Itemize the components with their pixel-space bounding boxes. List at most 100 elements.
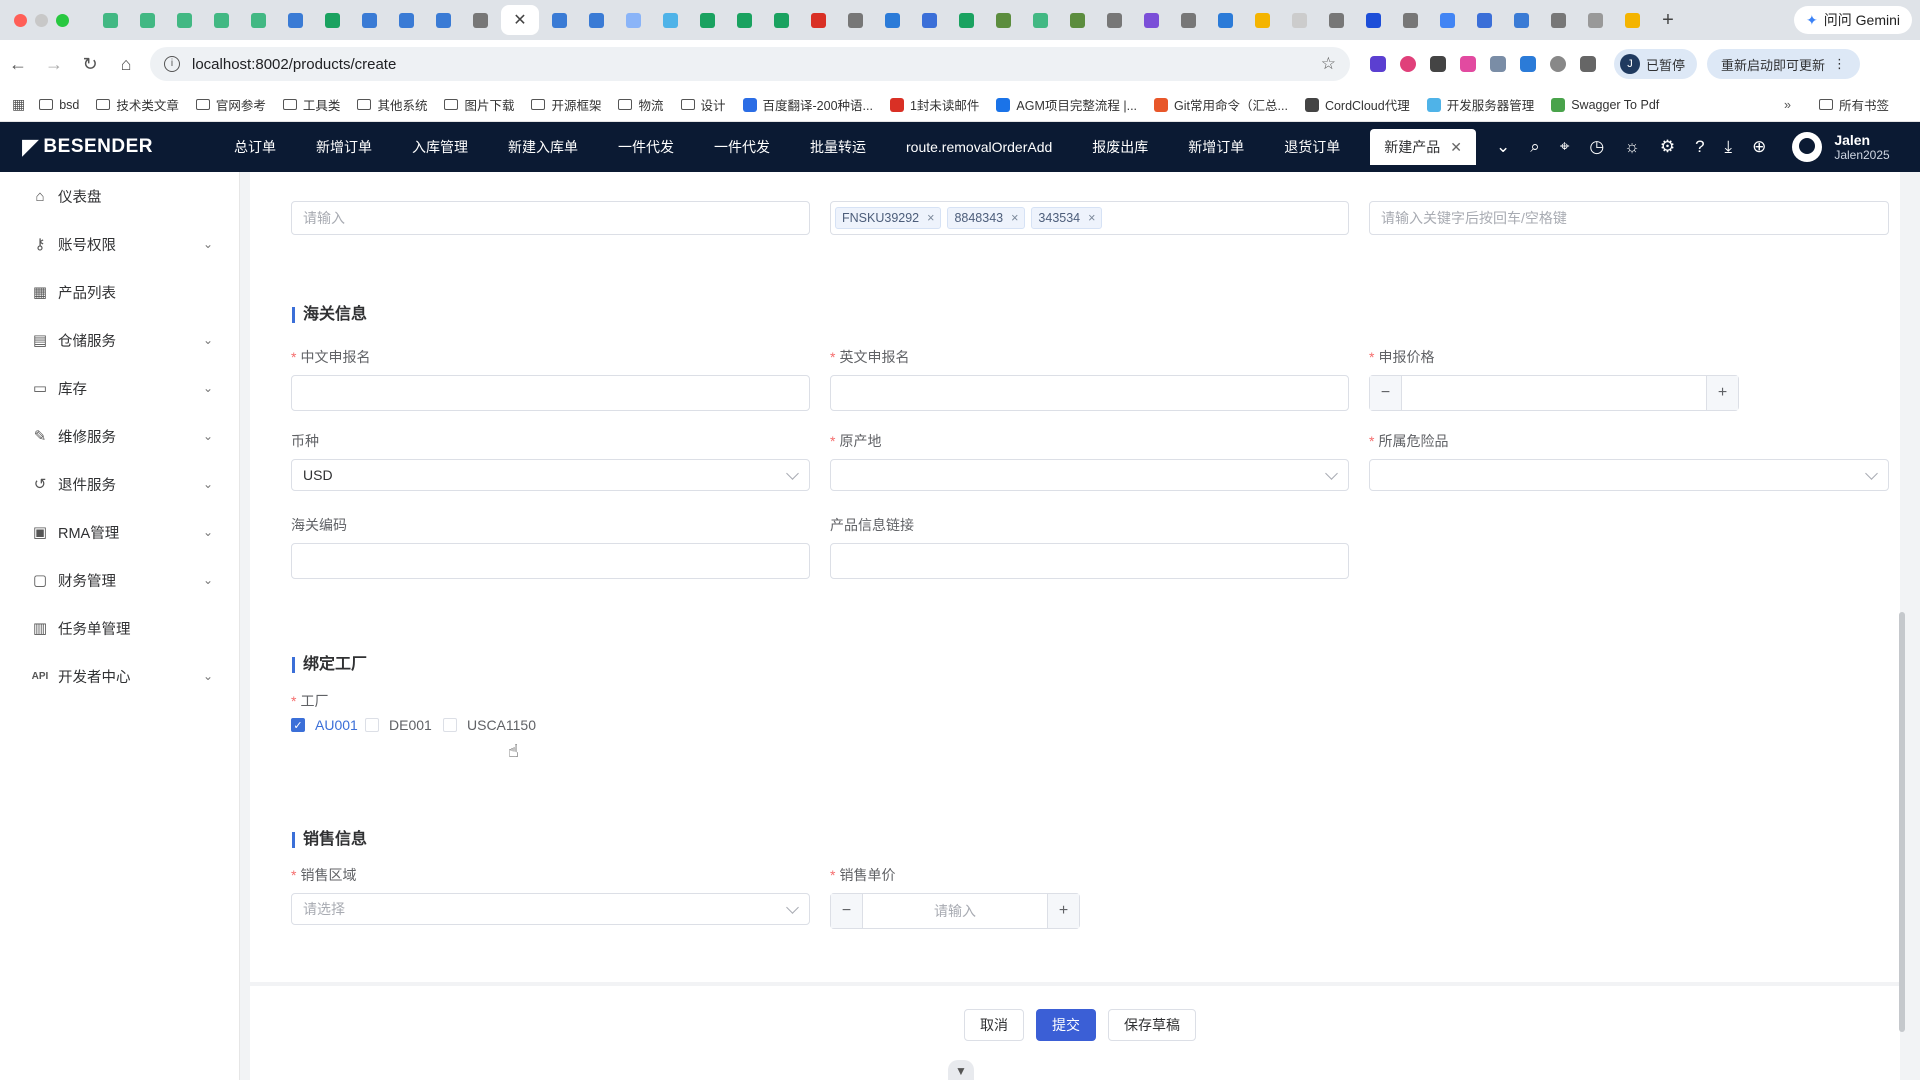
en-name-input[interactable] xyxy=(830,375,1349,411)
more-menu-icon[interactable]: ⋮ xyxy=(1833,56,1846,72)
hazard-select[interactable] xyxy=(1369,459,1889,491)
top-nav-item[interactable]: 一件代发 xyxy=(598,137,694,157)
extension-icon[interactable] xyxy=(1490,56,1506,72)
decrement-button[interactable]: − xyxy=(831,894,863,928)
browser-tab[interactable] xyxy=(242,5,275,35)
browser-tab[interactable] xyxy=(1468,5,1501,35)
barcode-input[interactable]: 请输入 xyxy=(291,201,810,235)
bookmark-item[interactable]: 图片下载 xyxy=(444,95,514,114)
browser-tab[interactable] xyxy=(950,5,983,35)
bookmark-item[interactable]: 设计 xyxy=(680,95,726,114)
browser-tab[interactable] xyxy=(131,5,164,35)
extension-icon[interactable] xyxy=(1400,56,1416,72)
origin-select[interactable] xyxy=(830,459,1349,491)
reload-icon[interactable]: ↻ xyxy=(72,54,108,75)
browser-tab[interactable] xyxy=(839,5,872,35)
factory-checkbox[interactable]: DE001 xyxy=(365,717,432,733)
top-nav-item[interactable]: 退货订单 xyxy=(1264,137,1360,157)
location-icon[interactable]: ⌖ xyxy=(1560,137,1570,157)
scrollbar-thumb[interactable] xyxy=(1899,612,1905,1032)
factory-checkbox[interactable]: USCA1150 xyxy=(443,717,536,733)
download-icon[interactable]: ⤓ xyxy=(1725,137,1733,157)
forward-icon[interactable]: → xyxy=(36,54,72,75)
scroll-down-icon[interactable]: ▼ xyxy=(948,1060,974,1080)
browser-tab[interactable] xyxy=(427,5,460,35)
factory-checkbox[interactable]: ✓ AU001 xyxy=(291,717,358,733)
close-icon[interactable]: × xyxy=(927,211,934,225)
browser-tab[interactable] xyxy=(1505,5,1538,35)
search-icon[interactable]: ⌕ xyxy=(1530,137,1540,157)
browser-tab[interactable] xyxy=(580,5,613,35)
browser-tab[interactable] xyxy=(205,5,238,35)
top-nav-item[interactable]: 总订单 xyxy=(214,137,296,157)
increment-button[interactable]: + xyxy=(1047,894,1079,928)
extension-icon[interactable] xyxy=(1430,56,1446,72)
browser-tab[interactable] xyxy=(1579,5,1612,35)
browser-tab[interactable] xyxy=(728,5,761,35)
sidebar-item[interactable]: ⌂ 仪表盘 xyxy=(0,172,239,220)
unit-price-stepper[interactable]: − 请输入 + xyxy=(830,893,1080,929)
sidebar-item[interactable]: ▢ 财务管理 ⌄ xyxy=(0,556,239,604)
bookmark-item[interactable]: bsd xyxy=(39,98,79,112)
user-menu[interactable]: Jalen Jalen2025 xyxy=(1792,132,1890,162)
site-info-icon[interactable]: i xyxy=(164,56,180,72)
browser-tab[interactable] xyxy=(1061,5,1094,35)
browser-tab[interactable] xyxy=(390,5,423,35)
browser-tab[interactable] xyxy=(1542,5,1575,35)
scrollbar[interactable] xyxy=(1898,172,1906,1080)
browser-tab[interactable] xyxy=(1357,5,1390,35)
browser-tab[interactable] xyxy=(316,5,349,35)
sidebar-item[interactable]: ▭ 库存 ⌄ xyxy=(0,364,239,412)
bookmark-item[interactable]: Git常用命令（汇总... xyxy=(1154,95,1288,114)
puzzle-icon[interactable] xyxy=(1580,56,1596,72)
browser-tab[interactable] xyxy=(765,5,798,35)
top-nav-item[interactable]: 报废出库 xyxy=(1072,137,1168,157)
browser-tab[interactable] xyxy=(1616,5,1649,35)
checkbox-icon[interactable] xyxy=(365,718,379,732)
more-bookmarks-icon[interactable]: » xyxy=(1784,98,1791,112)
help-icon[interactable]: ? xyxy=(1695,137,1704,157)
add-circle-icon[interactable]: ⊕ xyxy=(1752,137,1766,157)
cn-name-input[interactable] xyxy=(291,375,810,411)
top-nav-item[interactable]: 入库管理 xyxy=(392,137,488,157)
apps-grid-icon[interactable]: ▦ xyxy=(12,96,25,113)
browser-tab[interactable] xyxy=(1431,5,1464,35)
bookmark-item[interactable]: 开源框架 xyxy=(531,95,601,114)
bookmark-item[interactable]: CordCloud代理 xyxy=(1304,95,1410,114)
top-nav-item[interactable]: 新建入库单 xyxy=(488,137,598,157)
new-tab-button[interactable]: + xyxy=(1653,9,1683,32)
sidebar-item[interactable]: API 开发者中心 ⌄ xyxy=(0,652,239,700)
chevron-down-icon[interactable]: ⌄ xyxy=(1496,137,1510,157)
sidebar-item[interactable]: ⚷ 账号权限 ⌄ xyxy=(0,220,239,268)
browser-tab[interactable] xyxy=(617,5,650,35)
browser-tab[interactable] xyxy=(1024,5,1057,35)
top-nav-item[interactable]: 新增订单 xyxy=(296,137,392,157)
top-nav-item[interactable]: route.removalOrderAdd xyxy=(886,139,1072,155)
browser-tab[interactable] xyxy=(279,5,312,35)
sun-icon[interactable]: ☼ xyxy=(1624,137,1640,157)
hs-code-input[interactable] xyxy=(291,543,810,579)
sidebar-item[interactable]: ↺ 退件服务 ⌄ xyxy=(0,460,239,508)
unit-price-input[interactable]: 请输入 xyxy=(863,894,1047,928)
bookmark-item[interactable]: Swagger To Pdf xyxy=(1551,97,1659,112)
submit-button[interactable]: 提交 xyxy=(1036,1009,1096,1041)
sidebar-item[interactable]: ▤ 仓储服务 ⌄ xyxy=(0,316,239,364)
restart-update-button[interactable]: 重新启动即可更新 ⋮ xyxy=(1707,49,1861,79)
close-icon[interactable]: × xyxy=(1088,211,1095,225)
price-value[interactable] xyxy=(1402,376,1706,410)
close-icon[interactable]: × xyxy=(1011,211,1018,225)
top-nav-item[interactable]: 新增订单 xyxy=(1168,137,1264,157)
browser-tab[interactable] xyxy=(654,5,687,35)
extension-icon[interactable] xyxy=(1370,56,1386,72)
browser-tab[interactable] xyxy=(94,5,127,35)
bookmark-item[interactable]: 1封未读邮件 xyxy=(889,95,979,114)
decrement-button[interactable]: − xyxy=(1370,376,1402,410)
fnsku-tag-input[interactable]: FNSKU39292 × 8848343 × 343534 × xyxy=(830,201,1349,235)
all-bookmarks[interactable]: 所有书签 xyxy=(1818,95,1889,114)
bookmark-item[interactable]: 技术类文章 xyxy=(96,95,179,114)
browser-tab[interactable] xyxy=(1209,5,1242,35)
extension-icon[interactable] xyxy=(1550,56,1566,72)
clock-icon[interactable]: ◷ xyxy=(1589,137,1604,157)
bookmark-item[interactable]: 其他系统 xyxy=(357,95,427,114)
browser-tab[interactable] xyxy=(464,5,497,35)
